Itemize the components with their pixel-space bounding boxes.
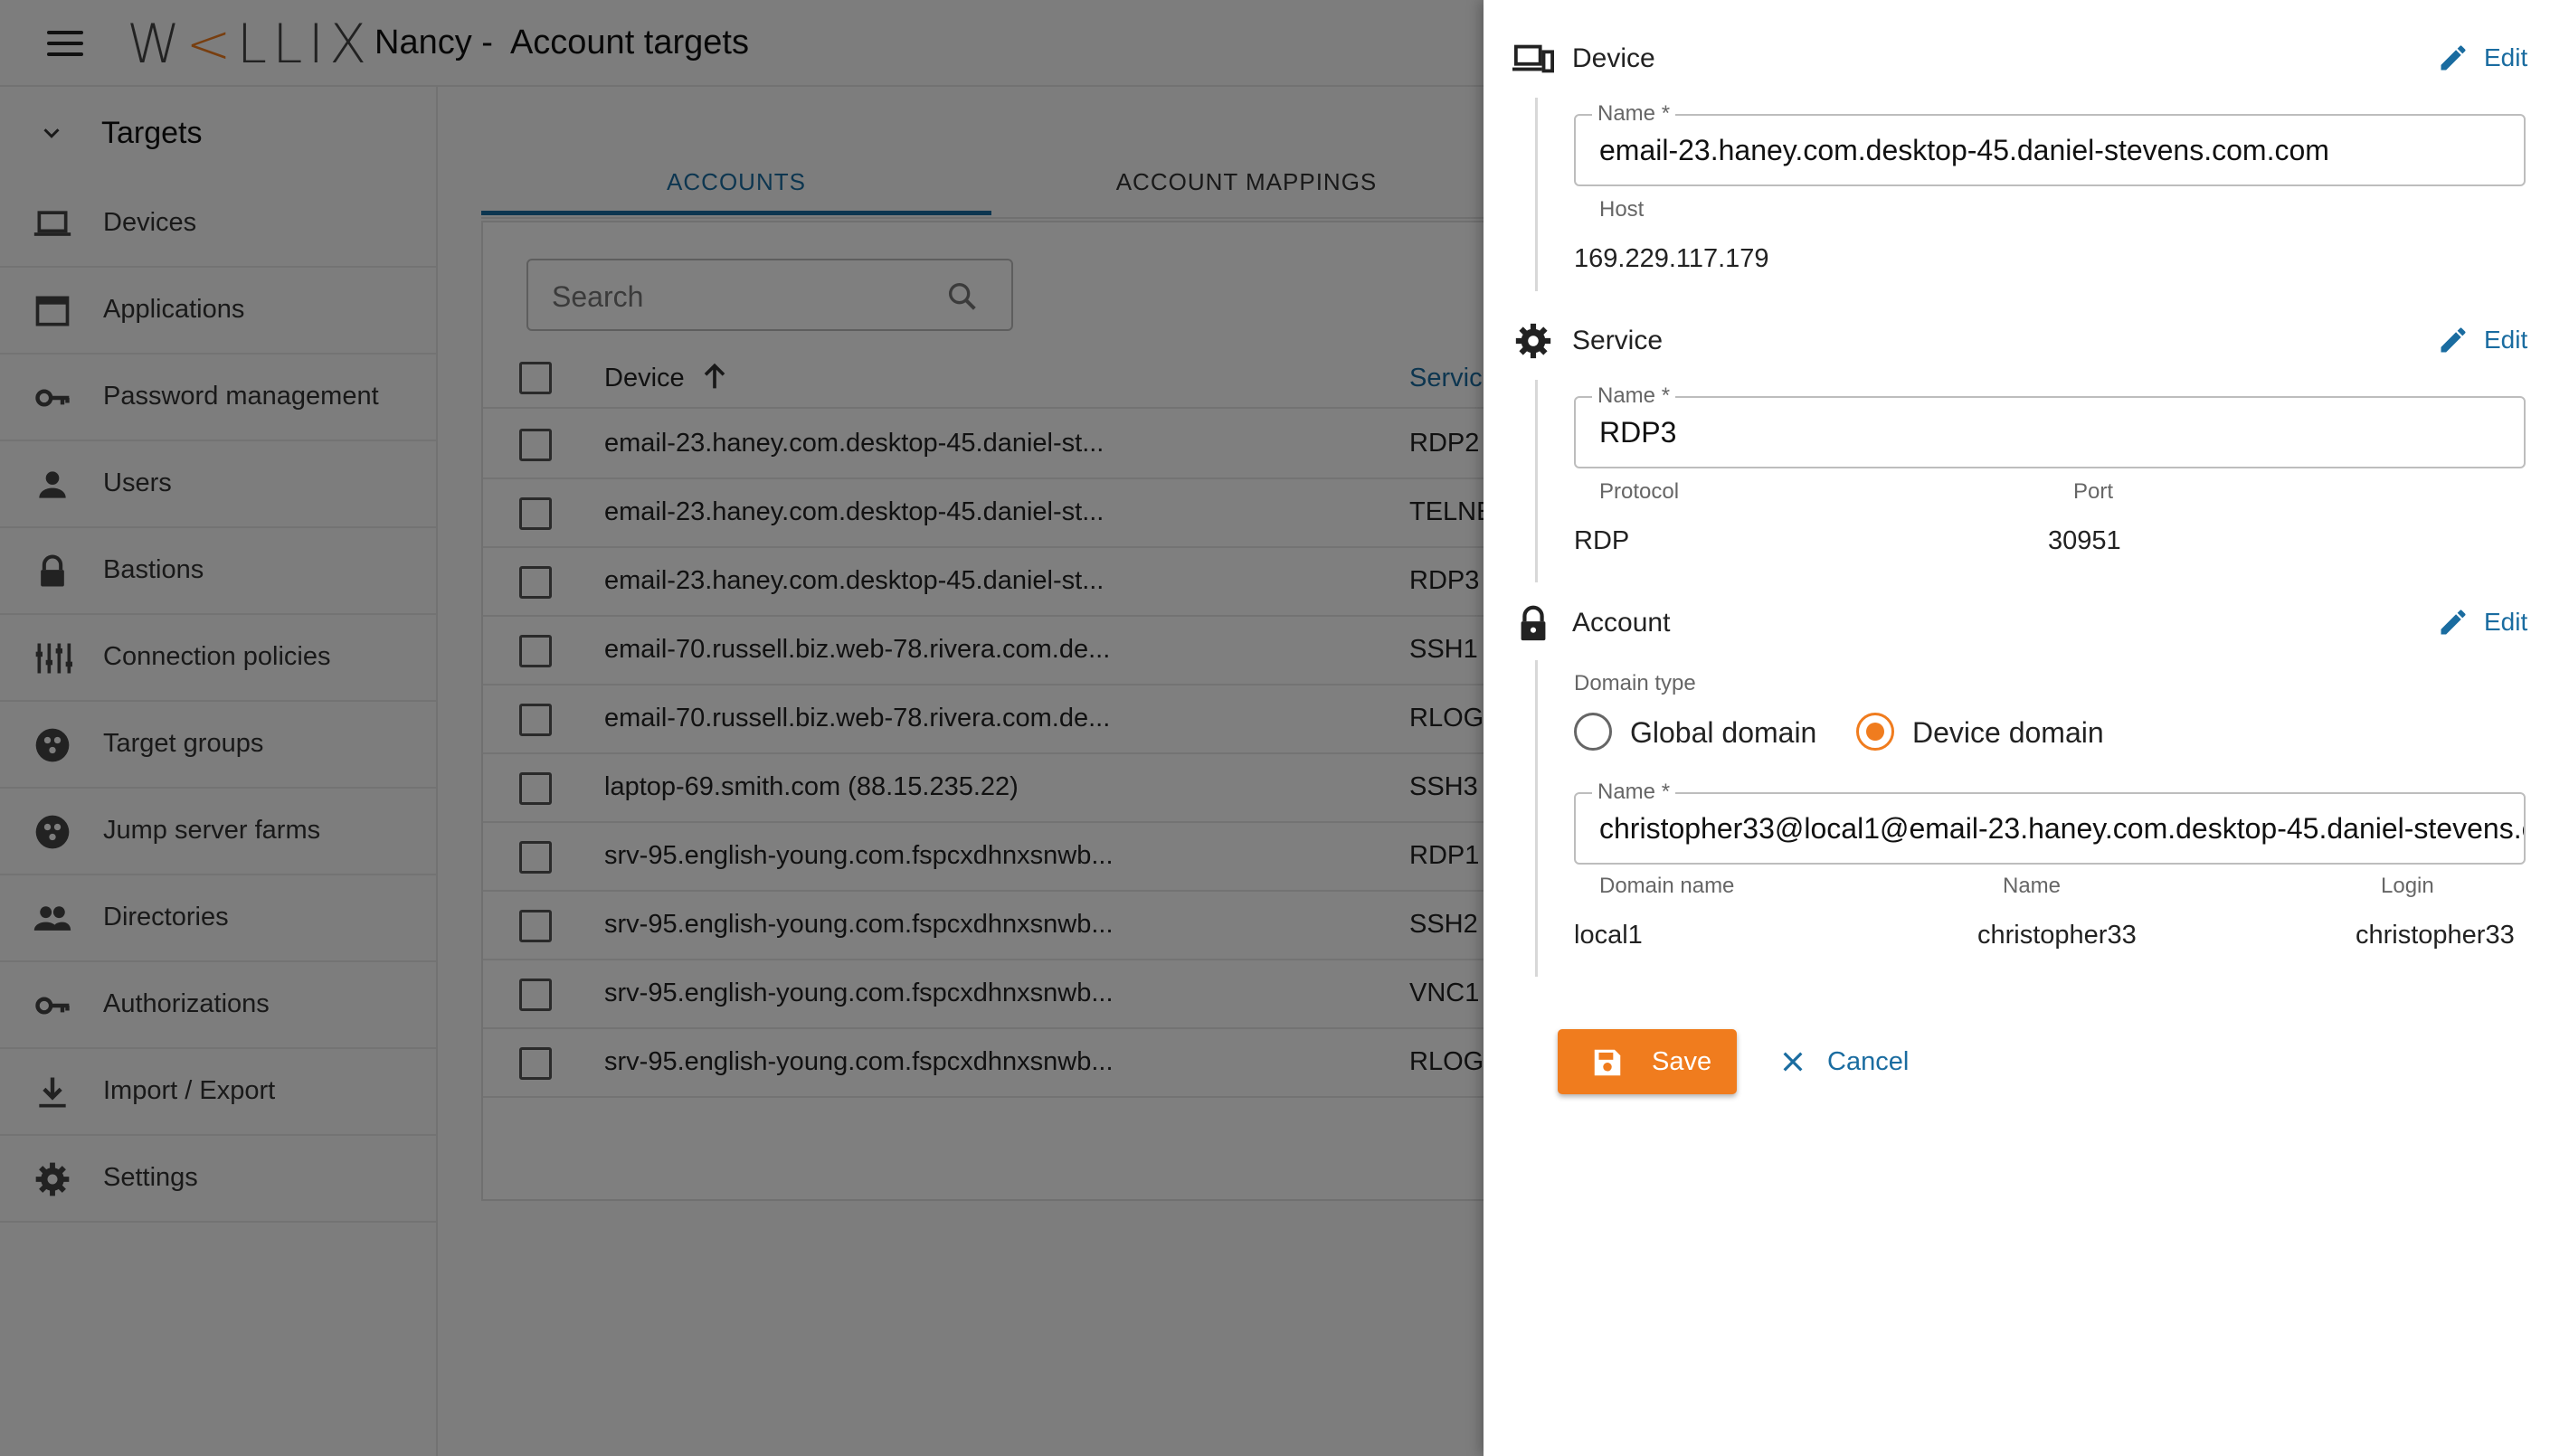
lock-icon [1521,605,1546,641]
edit-account-button[interactable]: Edit [2437,602,2545,642]
pencil-icon [2441,45,2466,71]
field-value: RDP3 [1599,416,1677,449]
close-icon [1783,1052,1803,1072]
login-label: Login [2381,874,2434,898]
login-value: christopher33 [2356,921,2515,950]
device-domain-label[interactable]: Device domain [1912,716,2104,750]
field-value: christopher33@local1@email-23.haney.com.… [1599,812,2524,845]
domain-name-value: local1 [1574,921,1643,950]
edit-service-button[interactable]: Edit [2437,320,2545,360]
save-button[interactable]: Save [1558,1029,1737,1094]
edit-label: Edit [2484,43,2528,71]
gear-icon [1515,323,1551,359]
pencil-icon [2441,610,2466,635]
account-name-field[interactable]: Name * christopher33@local1@email-23.han… [1574,780,2526,865]
save-label: Save [1652,1047,1712,1076]
section-line [1535,98,1538,291]
service-name-field[interactable]: Name * RDP3 [1574,383,2526,468]
pencil-icon [2441,327,2466,353]
edit-label: Edit [2484,326,2528,354]
cancel-button[interactable]: Cancel [1766,1029,1947,1094]
account-name-value: christopher33 [1977,921,2137,950]
save-icon [1594,1049,1621,1076]
device-name-field[interactable]: Name * email-23.haney.com.desktop-45.dan… [1574,101,2526,186]
device-domain-radio[interactable] [1856,713,1894,751]
domain-type-label: Domain type [1574,671,1696,695]
edit-label: Edit [2484,608,2528,636]
port-label: Port [2073,479,2114,504]
modal-overlay[interactable] [0,0,1484,1456]
port-value: 30951 [2048,526,2121,555]
field-label: Name * [1592,101,1676,127]
service-section-title: Service [1572,326,1664,355]
edit-account-drawer: Device Edit Name * email-23.haney.com.de… [1484,0,2569,1456]
protocol-label: Protocol [1599,479,1680,504]
section-line [1535,660,1538,977]
account-name-label: Name [2003,874,2062,898]
global-domain-radio[interactable] [1574,713,1612,751]
domain-name-label: Domain name [1599,874,1735,898]
field-label: Name * [1592,780,1676,805]
protocol-value: RDP [1574,526,1630,555]
field-label: Name * [1592,383,1676,409]
field-value: email-23.haney.com.desktop-45.daniel-ste… [1599,134,2329,166]
devices-icon [1512,44,1554,73]
host-value: 169.229.117.179 [1574,244,1769,273]
account-section-title: Account [1572,608,1671,638]
global-domain-label[interactable]: Global domain [1630,716,1816,750]
device-section-title: Device [1572,43,1655,73]
cancel-label: Cancel [1827,1047,1910,1076]
section-line [1535,380,1538,582]
host-label: Host [1599,197,1645,222]
edit-device-button[interactable]: Edit [2437,38,2545,78]
